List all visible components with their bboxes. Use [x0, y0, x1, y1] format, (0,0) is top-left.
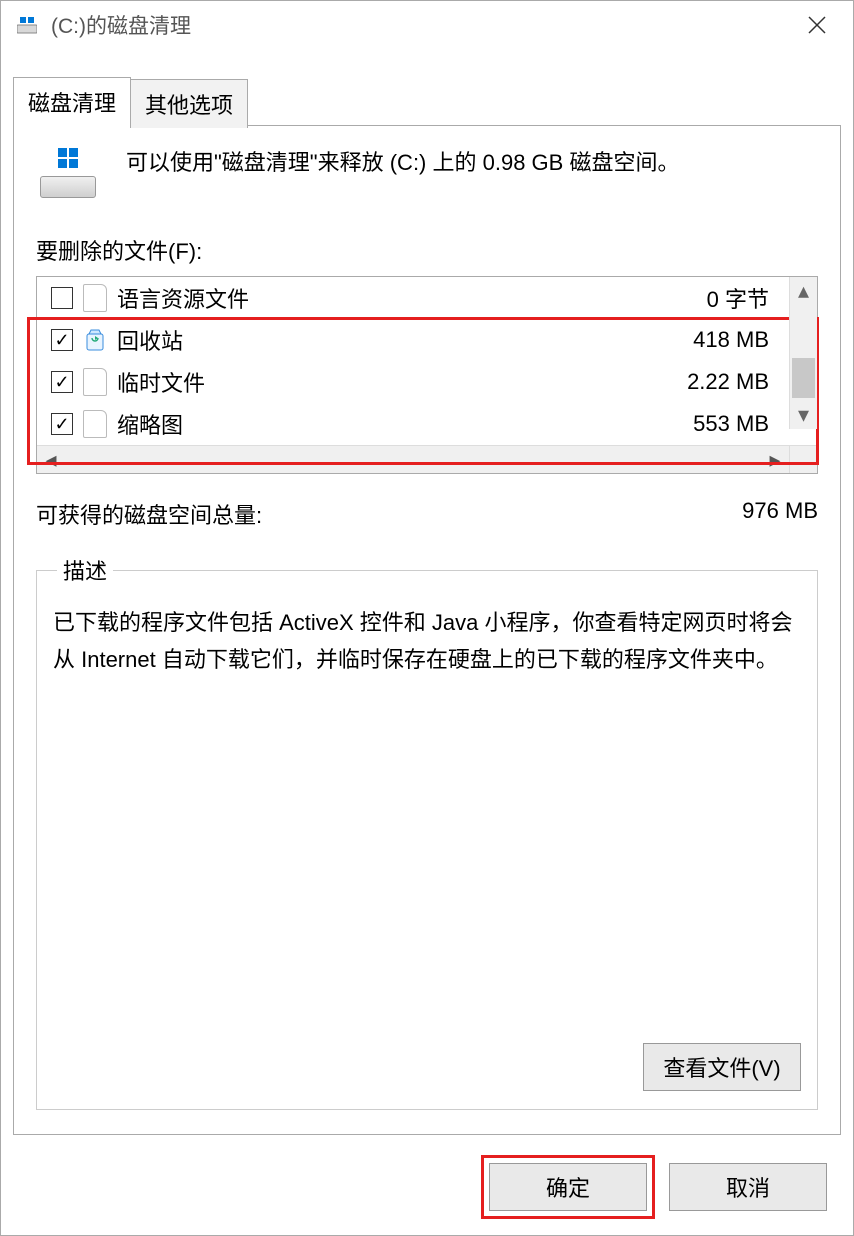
intro-text: 可以使用"磁盘清理"来释放 (C:) 上的 0.98 GB 磁盘空间。 — [126, 146, 679, 179]
intro-row: 可以使用"磁盘清理"来释放 (C:) 上的 0.98 GB 磁盘空间。 — [36, 146, 818, 198]
file-name: 语言资源文件 — [117, 282, 697, 314]
file-icon — [83, 284, 107, 312]
file-row[interactable]: 语言资源文件 0 字节 — [37, 277, 789, 319]
scroll-up-arrow-icon[interactable]: ▴ — [790, 277, 817, 305]
file-rows: 语言资源文件 0 字节 回收站 418 MB 临时文 — [37, 277, 817, 445]
file-name: 临时文件 — [117, 366, 677, 398]
checkbox[interactable] — [51, 413, 73, 435]
horizontal-scrollbar[interactable]: ◂ ▸ — [37, 445, 817, 473]
dialog-footer: 确定 取消 — [1, 1149, 853, 1235]
file-icon — [83, 410, 107, 438]
tab-label: 其他选项 — [145, 93, 233, 118]
checkbox[interactable] — [51, 371, 73, 393]
tab-disk-cleanup[interactable]: 磁盘清理 — [13, 77, 131, 126]
scroll-right-arrow-icon[interactable]: ▸ — [761, 446, 789, 473]
disk-cleanup-icon — [17, 15, 37, 35]
tab-other-options[interactable]: 其他选项 — [130, 79, 248, 128]
file-row[interactable]: 缩略图 553 MB — [37, 403, 789, 445]
file-row[interactable]: 临时文件 2.22 MB — [37, 361, 789, 403]
description-legend: 描述 — [57, 554, 113, 586]
scroll-left-arrow-icon[interactable]: ◂ — [37, 446, 65, 473]
checkbox[interactable] — [51, 287, 73, 309]
button-label: 查看文件(V) — [663, 1056, 780, 1081]
files-to-delete-label: 要删除的文件(F): — [36, 234, 818, 266]
button-label: 取消 — [726, 1176, 770, 1201]
files-listbox: 语言资源文件 0 字节 回收站 418 MB 临时文 — [36, 276, 818, 474]
file-name: 缩略图 — [117, 408, 683, 440]
scroll-track[interactable] — [790, 305, 817, 401]
drive-icon — [40, 150, 96, 198]
vertical-scrollbar[interactable]: ▴ ▾ — [789, 277, 817, 429]
file-icon — [83, 368, 107, 396]
titlebar: (C:)的磁盘清理 — [1, 1, 853, 49]
scroll-track[interactable] — [65, 446, 761, 473]
total-space-value: 976 MB — [742, 498, 818, 530]
view-files-button[interactable]: 查看文件(V) — [643, 1043, 801, 1091]
scroll-corner — [789, 446, 817, 473]
scroll-down-arrow-icon[interactable]: ▾ — [790, 401, 817, 429]
close-button[interactable] — [787, 1, 847, 49]
dialog-window: (C:)的磁盘清理 磁盘清理 其他选项 可以使用"磁盘清理"来释放 (C:) 上… — [0, 0, 854, 1236]
tab-label: 磁盘清理 — [28, 91, 116, 116]
file-size: 2.22 MB — [687, 369, 769, 395]
checkbox[interactable] — [51, 329, 73, 351]
file-size: 553 MB — [693, 411, 769, 437]
file-row[interactable]: 回收站 418 MB — [37, 319, 789, 361]
tab-strip: 磁盘清理 其他选项 — [13, 77, 841, 126]
file-name: 回收站 — [117, 324, 683, 356]
total-space-label: 可获得的磁盘空间总量: — [36, 498, 262, 530]
ok-button[interactable]: 确定 — [489, 1163, 647, 1211]
total-space-row: 可获得的磁盘空间总量: 976 MB — [36, 498, 818, 530]
description-text: 已下载的程序文件包括 ActiveX 控件和 Java 小程序，你查看特定网页时… — [53, 604, 801, 679]
button-label: 确定 — [546, 1176, 590, 1201]
scroll-thumb[interactable] — [792, 358, 815, 398]
dialog-content: 磁盘清理 其他选项 可以使用"磁盘清理"来释放 (C:) 上的 0.98 GB … — [1, 49, 853, 1149]
window-title: (C:)的磁盘清理 — [51, 10, 191, 40]
recycle-bin-icon — [83, 326, 107, 354]
cancel-button[interactable]: 取消 — [669, 1163, 827, 1211]
tab-panel-cleanup: 可以使用"磁盘清理"来释放 (C:) 上的 0.98 GB 磁盘空间。 要删除的… — [13, 125, 841, 1135]
file-size: 0 字节 — [707, 282, 769, 314]
description-group: 描述 已下载的程序文件包括 ActiveX 控件和 Java 小程序，你查看特定… — [36, 554, 818, 1110]
file-size: 418 MB — [693, 327, 769, 353]
